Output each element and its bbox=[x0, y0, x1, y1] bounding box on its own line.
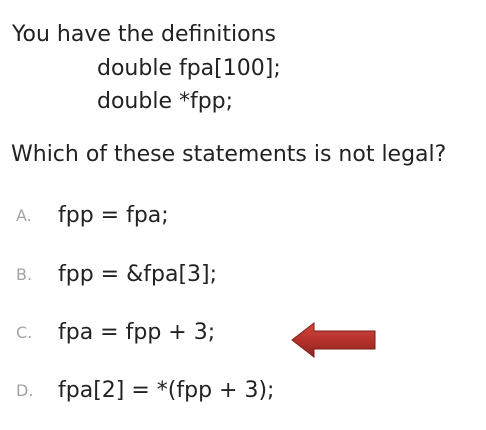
question-text: Which of these statements is not legal? bbox=[11, 142, 447, 167]
option-letter: A. bbox=[16, 205, 32, 225]
option-letter: C. bbox=[16, 322, 33, 342]
answer-option-a: A. fpp = fpa; bbox=[16, 200, 169, 230]
option-statement: fpp = &fpa[3]; bbox=[58, 261, 218, 287]
quiz-slide: You have the definitions double fpa[100]… bbox=[0, 0, 486, 430]
definition-line: double fpa[100]; bbox=[97, 56, 281, 81]
arrow-shape bbox=[291, 321, 376, 359]
answer-option-b: B. fpp = &fpa[3]; bbox=[16, 259, 217, 289]
option-letter: B. bbox=[16, 264, 33, 284]
answer-option-c: C. fpa = fpp + 3; bbox=[16, 317, 215, 347]
definition-line: double *fpp; bbox=[97, 89, 234, 114]
answer-option-d: D. fpa[2] = *(fpp + 3); bbox=[16, 375, 274, 405]
option-letter: D. bbox=[16, 380, 34, 400]
option-statement: fpa[2] = *(fpp + 3); bbox=[58, 377, 275, 403]
intro-text: You have the definitions bbox=[12, 22, 276, 47]
option-statement: fpa = fpp + 3; bbox=[58, 319, 216, 345]
left-arrow-icon bbox=[291, 321, 376, 359]
option-statement: fpp = fpa; bbox=[58, 202, 169, 228]
